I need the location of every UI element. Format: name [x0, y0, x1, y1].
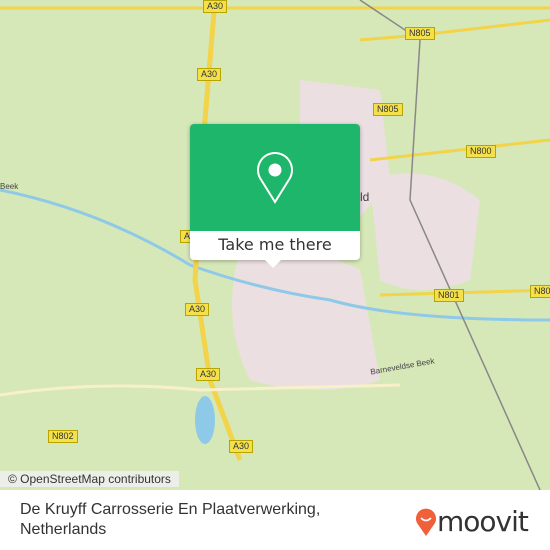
place-title: De Kruyff Carrosserie En Plaatverwerking…: [20, 501, 321, 538]
map-attribution[interactable]: © OpenStreetMap contributors: [0, 471, 179, 487]
take-me-there-button[interactable]: Take me there: [190, 231, 360, 260]
popup-pointer: [264, 259, 282, 268]
road-label: A30: [203, 0, 228, 13]
moovit-pin-icon: [416, 508, 436, 536]
road-label: N802: [48, 430, 78, 443]
road-label: N801: [434, 289, 464, 302]
road-label: N805: [405, 27, 435, 40]
moovit-logo[interactable]: moovit: [415, 505, 529, 538]
road-label: N801: [530, 285, 550, 298]
location-popup: Take me there: [190, 124, 360, 260]
place-label: ld: [360, 190, 370, 204]
road-label: A30: [197, 68, 222, 81]
map[interactable]: A30 A30 A30 A30 A30 A30 N805 N805 N800 N…: [0, 0, 550, 491]
place-label: Beek: [0, 182, 19, 191]
road-label: N805: [373, 103, 403, 116]
road-label: A30: [185, 303, 210, 316]
moovit-logo-text: moovit: [437, 505, 529, 538]
road-label: A30: [229, 440, 254, 453]
popup-header: [190, 124, 360, 231]
road-label: A30: [196, 368, 221, 381]
map-pin-icon: [257, 151, 293, 204]
road-label: N800: [466, 145, 496, 158]
